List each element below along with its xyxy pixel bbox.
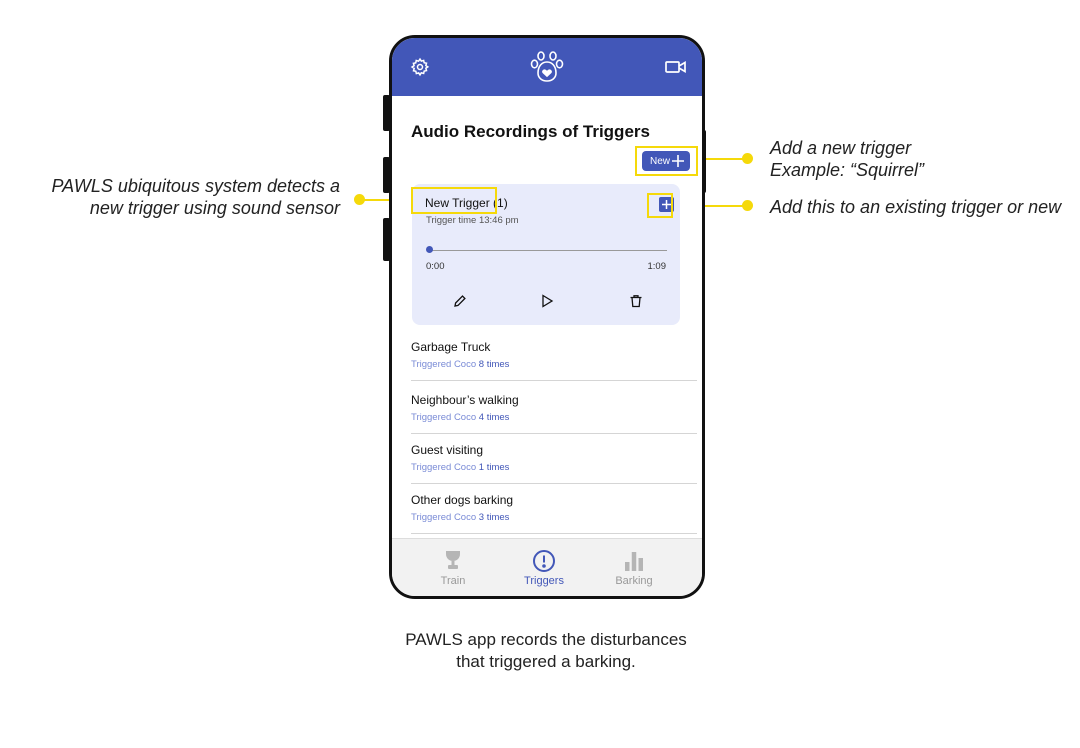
time-start: 0:00: [426, 261, 445, 272]
trigger-count-value: 4 times: [478, 412, 510, 423]
divider: [411, 433, 697, 434]
annotation-dot: [742, 153, 753, 164]
highlight-box: [635, 146, 698, 176]
nav-train[interactable]: Train: [413, 539, 493, 596]
audio-progress-track[interactable]: [429, 250, 667, 251]
alert-circle-icon: [533, 550, 555, 572]
trigger-name: Garbage Truck: [411, 340, 491, 354]
list-item[interactable]: Garbage Truck Triggered Coco 8 times: [411, 340, 697, 370]
trigger-count-value: 3 times: [478, 512, 510, 523]
annotation-line: Add a new trigger: [770, 138, 912, 158]
edit-pencil-icon[interactable]: [453, 294, 467, 308]
annotation-line: PAWLS ubiquitous system detects a: [51, 176, 340, 196]
bottom-nav: Train Triggers Barking: [392, 538, 702, 596]
nav-label: Barking: [615, 575, 653, 587]
trigger-count: Triggered Coco 8 times: [411, 359, 697, 370]
page-title: Audio Recordings of Triggers: [411, 122, 650, 141]
trigger-count-prefix: Triggered Coco: [411, 462, 477, 473]
list-item[interactable]: Neighbour’s walking Triggered Coco 4 tim…: [411, 393, 697, 423]
highlight-box: [647, 193, 673, 218]
annotation-add-new-trigger: Add a new trigger Example: “Squirrel”: [770, 137, 1070, 181]
caption-line: that triggered a barking.: [456, 652, 636, 671]
trigger-count-value: 8 times: [478, 359, 510, 370]
nav-barking[interactable]: Barking: [594, 539, 674, 596]
trigger-count: Triggered Coco 4 times: [411, 412, 697, 423]
trigger-time: Trigger time 13:46 pm: [426, 215, 519, 226]
divider: [411, 483, 697, 484]
trigger-count-prefix: Triggered Coco: [411, 512, 477, 523]
trigger-name: Guest visiting: [411, 443, 484, 457]
divider: [411, 380, 697, 381]
list-item[interactable]: Other dogs barking Triggered Coco 3 time…: [411, 493, 697, 523]
video-camera-icon[interactable]: [665, 59, 687, 75]
annotation-add-existing: Add this to an existing trigger or new: [770, 197, 1062, 217]
trigger-name: Neighbour’s walking: [411, 393, 519, 407]
time-end: 1:09: [647, 261, 667, 272]
trigger-name: Other dogs barking: [411, 493, 514, 507]
annotation-detects-trigger: PAWLS ubiquitous system detects a new tr…: [20, 175, 340, 219]
divider: [411, 533, 697, 534]
caption-line: PAWLS app records the disturbances: [405, 630, 687, 649]
trash-icon[interactable]: [629, 294, 643, 308]
annotation-dot: [742, 200, 753, 211]
bar-chart-icon: [625, 552, 643, 571]
nav-label: Train: [440, 575, 466, 587]
trophy-icon: [446, 551, 460, 569]
trigger-count: Triggered Coco 1 times: [411, 462, 697, 473]
trigger-count-prefix: Triggered Coco: [411, 359, 477, 370]
trigger-count: Triggered Coco 3 times: [411, 512, 697, 523]
audio-progress-knob[interactable]: [426, 246, 433, 253]
nav-triggers[interactable]: Triggers: [504, 539, 584, 596]
annotation-line: new trigger using sound sensor: [89, 198, 340, 218]
app-header: [392, 38, 702, 96]
trigger-count-value: 1 times: [478, 462, 510, 473]
figure-caption: PAWLS app records the disturbances that …: [380, 629, 712, 673]
phone-frame: Audio Recordings of Triggers New New Tri…: [389, 35, 705, 599]
list-item[interactable]: Guest visiting Triggered Coco 1 times: [411, 443, 697, 473]
highlight-box: [411, 187, 497, 214]
play-icon[interactable]: [540, 294, 554, 308]
gear-icon[interactable]: [410, 57, 430, 77]
trigger-count-prefix: Triggered Coco: [411, 412, 477, 423]
paw-logo-icon: [530, 51, 564, 82]
annotation-line: Example: “Squirrel”: [770, 160, 925, 180]
nav-label: Triggers: [524, 575, 564, 587]
